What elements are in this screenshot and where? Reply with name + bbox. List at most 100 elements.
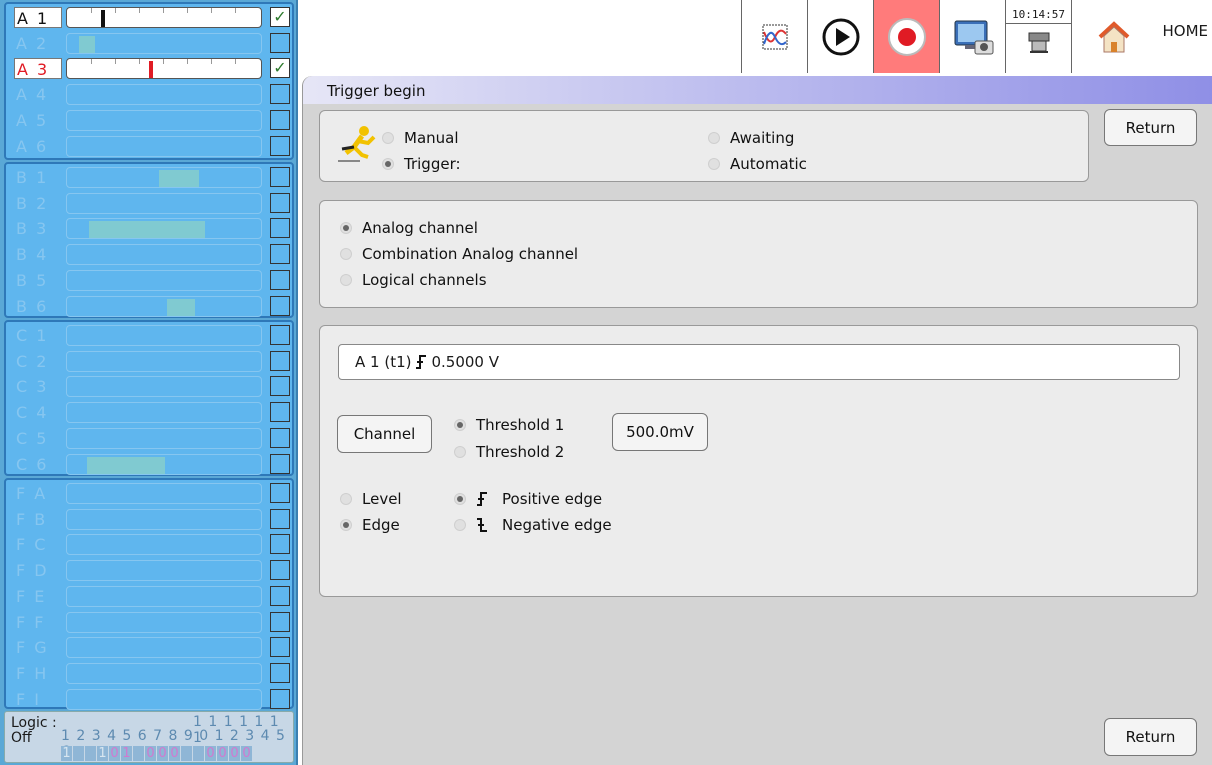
home-button[interactable]: HOME [1071, 0, 1212, 73]
channel-checkbox[interactable]: ✓ [270, 58, 290, 79]
channel-row[interactable]: C 6 [6, 452, 292, 475]
channel-row[interactable]: B 1 [6, 165, 292, 188]
channel-level-track[interactable] [66, 295, 262, 317]
channel-checkbox[interactable] [270, 135, 290, 156]
threshold2-radio[interactable]: Threshold 2 [454, 443, 564, 461]
channel-row[interactable]: C 4 [6, 400, 292, 424]
channel-level-track[interactable] [66, 453, 262, 475]
channel-level-track[interactable] [66, 7, 262, 28]
channel-level-track[interactable] [66, 350, 262, 372]
channel-checkbox[interactable]: ✓ [270, 7, 290, 27]
threshold1-radio[interactable]: Threshold 1 [454, 416, 564, 434]
channel-row[interactable]: B 3 [6, 216, 292, 240]
usb-button[interactable]: 10:14:57 [1005, 0, 1071, 73]
trigger-radio[interactable]: Trigger: [382, 155, 461, 173]
channel-level-track[interactable] [66, 269, 262, 291]
channel-level-track[interactable] [66, 637, 262, 659]
channel-checkbox[interactable] [270, 508, 290, 529]
channel-checkbox[interactable] [270, 295, 290, 316]
channel-checkbox[interactable] [270, 637, 290, 658]
channel-checkbox[interactable] [270, 167, 290, 187]
channel-row[interactable]: B 4 [6, 242, 292, 266]
channel-level-track[interactable] [66, 32, 262, 54]
channel-checkbox[interactable] [270, 402, 290, 423]
channel-row[interactable]: B 5 [6, 268, 292, 291]
channel-checkbox[interactable] [270, 376, 290, 397]
channel-checkbox[interactable] [270, 534, 290, 555]
level-radio[interactable]: Level [340, 490, 402, 508]
channel-row[interactable]: F H [6, 661, 292, 684]
logical-channels-radio[interactable]: Logical channels [340, 271, 487, 289]
channel-checkbox[interactable] [270, 84, 290, 105]
channel-level-track[interactable] [66, 483, 262, 504]
channel-checkbox[interactable] [270, 218, 290, 239]
channel-checkbox[interactable] [270, 109, 290, 130]
channel-row[interactable]: B 6 [6, 294, 292, 317]
channel-level-track[interactable] [66, 135, 262, 157]
channel-checkbox[interactable] [270, 611, 290, 632]
awaiting-radio[interactable]: Awaiting [708, 129, 794, 147]
return-button-top[interactable]: Return [1104, 109, 1197, 146]
channel-checkbox[interactable] [270, 244, 290, 265]
channel-level-track[interactable] [66, 585, 262, 607]
channel-checkbox[interactable] [270, 350, 290, 371]
channel-level-track[interactable] [66, 109, 262, 131]
channel-checkbox[interactable] [270, 662, 290, 683]
channel-row[interactable]: A 5 [6, 108, 292, 131]
channel-checkbox[interactable] [270, 269, 290, 290]
channel-row[interactable]: A 2 [6, 31, 292, 54]
positive-edge-radio[interactable]: Positive edge [454, 490, 602, 508]
channel-level-track[interactable] [66, 167, 262, 188]
channel-level-track[interactable] [66, 534, 262, 556]
logic-status[interactable]: Logic : Off 1 1 1 1 1 1 1 1 2 3 4 5 6 7 8… [4, 711, 294, 763]
channel-button[interactable]: Channel [337, 415, 432, 453]
channel-row[interactable]: F E [6, 584, 292, 607]
automatic-radio[interactable]: Automatic [708, 155, 807, 173]
channel-row[interactable]: B 2 [6, 191, 292, 214]
channel-level-track[interactable] [66, 688, 262, 710]
channel-level-track[interactable] [66, 218, 262, 240]
channel-level-track[interactable] [66, 244, 262, 266]
combination-channel-radio[interactable]: Combination Analog channel [340, 245, 578, 263]
channel-row[interactable]: F B [6, 507, 292, 530]
channel-row[interactable]: C 3 [6, 374, 292, 398]
channel-row[interactable]: A 3 ✓ [6, 56, 292, 80]
channel-checkbox[interactable] [270, 453, 290, 474]
channel-checkbox[interactable] [270, 585, 290, 606]
channel-checkbox[interactable] [270, 192, 290, 213]
channel-level-track[interactable] [66, 662, 262, 684]
waveform-view-button[interactable] [741, 0, 807, 73]
edge-radio[interactable]: Edge [340, 516, 400, 534]
record-button[interactable] [873, 0, 939, 73]
threshold-value-button[interactable]: 500.0mV [612, 413, 708, 451]
channel-row[interactable]: A 6 [6, 134, 292, 157]
analog-channel-radio[interactable]: Analog channel [340, 219, 478, 237]
channel-level-track[interactable] [66, 508, 262, 530]
channel-row[interactable]: F G [6, 635, 292, 659]
channel-row[interactable]: A 4 [6, 82, 292, 106]
channel-row[interactable]: F D [6, 558, 292, 582]
negative-edge-radio[interactable]: Negative edge [454, 516, 612, 534]
channel-level-track[interactable] [66, 58, 262, 80]
screenshot-button[interactable] [939, 0, 1005, 73]
channel-checkbox[interactable] [270, 483, 290, 503]
channel-row[interactable]: A 1 ✓ [6, 5, 292, 28]
channel-level-track[interactable] [66, 402, 262, 424]
channel-checkbox[interactable] [270, 560, 290, 581]
channel-checkbox[interactable] [270, 688, 290, 709]
channel-level-track[interactable] [66, 611, 262, 633]
channel-row[interactable]: F A [6, 481, 292, 504]
play-button[interactable] [807, 0, 873, 73]
channel-level-track[interactable] [66, 427, 262, 449]
channel-row[interactable]: F F [6, 610, 292, 633]
channel-level-track[interactable] [66, 84, 262, 106]
channel-level-track[interactable] [66, 192, 262, 214]
manual-radio[interactable]: Manual [382, 129, 459, 147]
channel-level-track[interactable] [66, 325, 262, 346]
channel-checkbox[interactable] [270, 427, 290, 448]
level-cursor[interactable] [101, 10, 105, 27]
channel-row[interactable]: C 5 [6, 426, 292, 449]
channel-row[interactable]: C 2 [6, 349, 292, 372]
channel-row[interactable]: F I [6, 687, 292, 710]
channel-level-track[interactable] [66, 560, 262, 582]
